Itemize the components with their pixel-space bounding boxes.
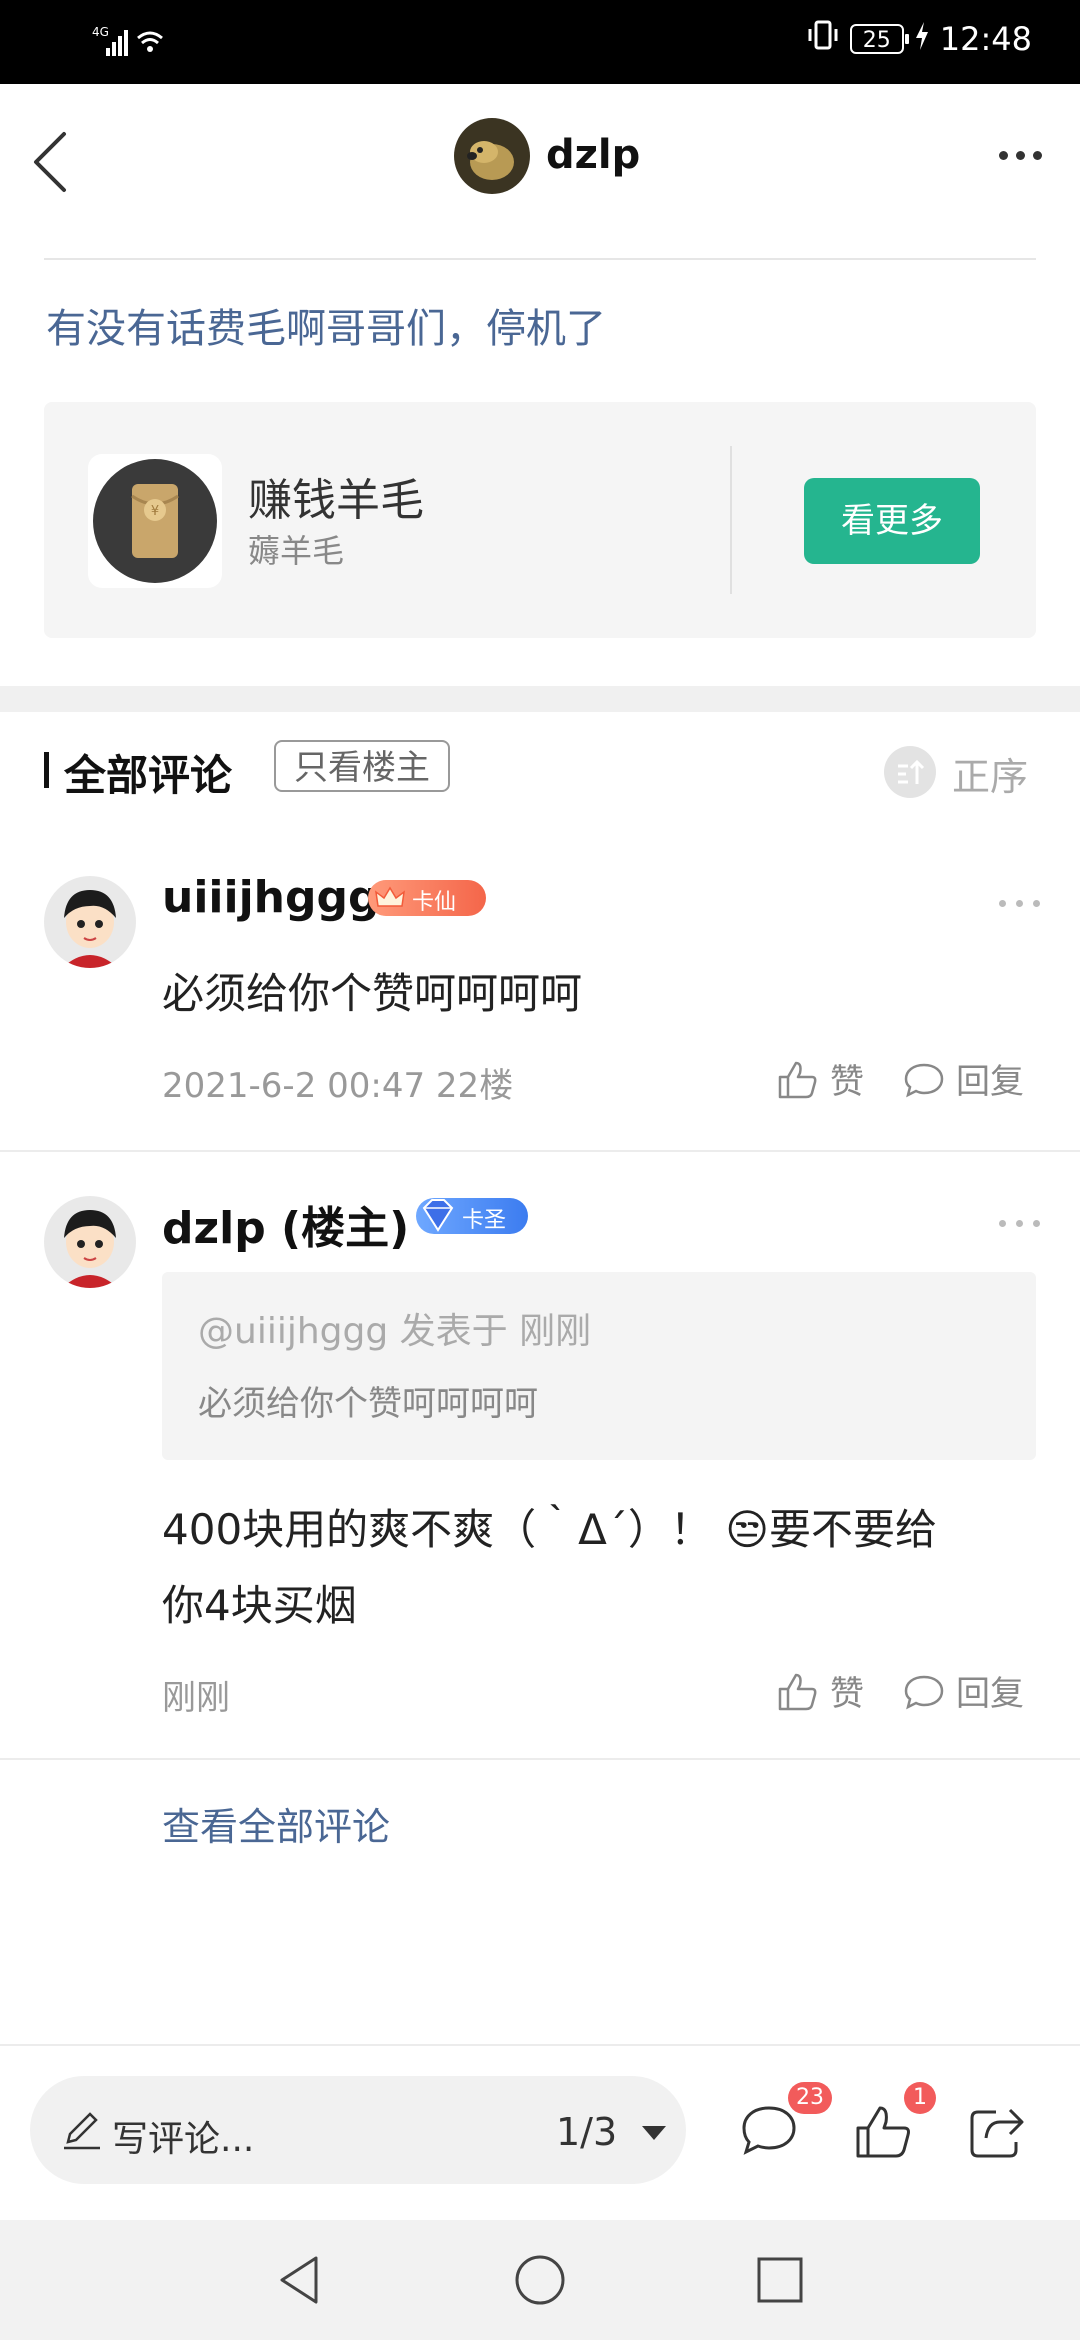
reply-label: 回复 <box>956 1674 1024 1714</box>
more-dot-icon <box>1033 1220 1040 1227</box>
svg-text:4G: 4G <box>92 25 109 39</box>
like-button[interactable]: 赞 <box>776 1054 864 1103</box>
red-packet-icon: ¥ <box>93 459 217 583</box>
comment-placeholder: 写评论... <box>112 2119 255 2160</box>
svg-text:¥: ¥ <box>151 504 159 519</box>
vibrate-icon <box>806 18 840 60</box>
comment-text-line: 400块用的爽不爽（｀Δ´）！ 😒要不要给 <box>162 1505 938 1554</box>
quoted-comment[interactable]: @uiiijhggg 发表于 刚刚 必须给你个赞呵呵呵呵 <box>162 1272 1036 1460</box>
commenter-name[interactable]: dzlp (楼主) <box>162 1192 409 1256</box>
signal-icon: 4G <box>92 22 172 66</box>
sort-label[interactable]: 正序 <box>952 746 1028 801</box>
bottom-action-bar: 写评论... 1/3 23 1 <box>0 2044 1080 2222</box>
thumb-up-icon <box>778 1673 817 1710</box>
commenter-avatar[interactable] <box>44 1196 136 1288</box>
nav-back-icon[interactable] <box>270 2250 330 2310</box>
comment-more-button[interactable] <box>999 900 1040 907</box>
battery-icon: 25 <box>849 24 909 54</box>
header-divider <box>44 258 1036 260</box>
nav-home-icon[interactable] <box>510 2250 570 2310</box>
only-host-filter-button[interactable]: 只看楼主 <box>274 740 450 792</box>
more-dot-icon <box>1016 1220 1023 1227</box>
more-dot-icon <box>999 900 1006 907</box>
forum-subtitle: 薅羊毛 <box>248 532 345 570</box>
page-indicator[interactable]: 1/3 <box>556 2110 617 2154</box>
forum-name: 赚钱羊毛 <box>248 475 424 526</box>
system-navigation-bar <box>0 2220 1080 2340</box>
more-dot-icon <box>999 1220 1006 1227</box>
comment-text-line: 你4块买烟 <box>162 1581 357 1630</box>
comment-bubble-icon <box>742 2106 796 2155</box>
page-dropdown-icon[interactable] <box>642 2126 666 2140</box>
badge-label: 卡仙 <box>412 890 457 915</box>
card-divider <box>730 446 732 594</box>
comment-text: 必须给你个赞呵呵呵呵 <box>162 969 583 1018</box>
commenter-avatar[interactable] <box>44 876 136 968</box>
more-dot-icon <box>998 150 1008 160</box>
quote-text: 必须给你个赞呵呵呵呵 <box>198 1384 538 1424</box>
comments-button[interactable] <box>738 2100 800 2162</box>
forum-card[interactable]: ¥ 赚钱羊毛 薅羊毛 看更多 <box>44 402 1036 638</box>
nav-recents-icon[interactable] <box>750 2250 810 2310</box>
more-dot-icon <box>1032 150 1042 160</box>
cartoon-boy-avatar-icon <box>44 1196 136 1288</box>
post-title: 有没有话费毛啊哥哥们，停机了 <box>46 306 606 352</box>
back-button[interactable] <box>22 122 92 202</box>
like-label: 赞 <box>830 1062 864 1102</box>
comments-title: 全部评论 <box>64 751 233 800</box>
see-more-button[interactable]: 看更多 <box>804 478 980 564</box>
reply-label: 回复 <box>956 1062 1024 1102</box>
like-count-badge: 1 <box>904 2082 936 2114</box>
like-button[interactable]: 赞 <box>776 1666 864 1715</box>
write-comment-input[interactable]: 写评论... 1/3 <box>30 2076 686 2184</box>
section-marker <box>44 752 49 788</box>
more-dot-icon <box>1033 900 1040 907</box>
comment-count-badge: 23 <box>788 2082 832 2114</box>
share-icon <box>970 2108 1024 2158</box>
reply-button[interactable]: 回复 <box>902 1666 1024 1715</box>
thumb-up-icon <box>856 2106 910 2158</box>
battery-level: 25 <box>862 28 891 53</box>
more-options-button[interactable] <box>990 140 1050 170</box>
comment-item: uiiijhggg 卡仙 必须给你个赞呵呵呵呵 2021-6-2 00:47 2… <box>0 832 1080 1152</box>
comment-meta: 刚刚 <box>162 1678 230 1718</box>
reply-button[interactable]: 回复 <box>902 1054 1024 1103</box>
author-name[interactable]: dzlp <box>546 132 640 178</box>
like-post-button[interactable] <box>852 2100 914 2162</box>
forum-icon: ¥ <box>88 454 222 588</box>
comments-header: 全部评论 只看楼主 正序 <box>0 712 1080 832</box>
reply-bubble-icon <box>904 1675 944 1709</box>
like-label: 赞 <box>830 1674 864 1714</box>
clock-time: 12:48 <box>939 20 1032 58</box>
comment-more-button[interactable] <box>999 1220 1040 1227</box>
level-badge: 卡圣 <box>416 1198 528 1234</box>
sort-icon[interactable] <box>884 746 936 798</box>
reply-bubble-icon <box>904 1063 944 1097</box>
crown-icon <box>375 886 405 907</box>
status-bar: 4G 25 12:48 <box>0 0 1080 84</box>
cartoon-boy-avatar-icon <box>44 876 136 968</box>
thumb-up-icon <box>778 1061 817 1098</box>
share-button[interactable] <box>966 2100 1028 2162</box>
more-dot-icon <box>1015 150 1025 160</box>
quote-meta: @uiiijhggg 发表于 刚刚 <box>198 1311 592 1352</box>
comment-meta: 2021-6-2 00:47 22楼 <box>162 1066 514 1106</box>
pencil-icon <box>64 2112 100 2150</box>
comment-divider <box>0 1758 1080 1760</box>
commenter-name[interactable]: uiiijhggg <box>162 872 379 923</box>
view-all-comments-link[interactable]: 查看全部评论 <box>162 1796 390 1851</box>
post-header: dzlp <box>0 84 1080 260</box>
section-spacer <box>0 686 1080 712</box>
author-avatar[interactable] <box>454 118 530 194</box>
comment-item: dzlp (楼主) 卡圣 @uiiijhggg 发表于 刚刚 必须给你个赞呵呵呵… <box>0 1152 1080 1760</box>
diamond-icon <box>422 1199 454 1232</box>
charging-icon <box>914 20 930 58</box>
more-dot-icon <box>1016 900 1023 907</box>
level-badge: 卡仙 <box>368 880 486 916</box>
back-arrow-icon <box>34 132 66 192</box>
badge-label: 卡圣 <box>462 1208 507 1233</box>
dog-avatar-icon <box>454 118 530 194</box>
